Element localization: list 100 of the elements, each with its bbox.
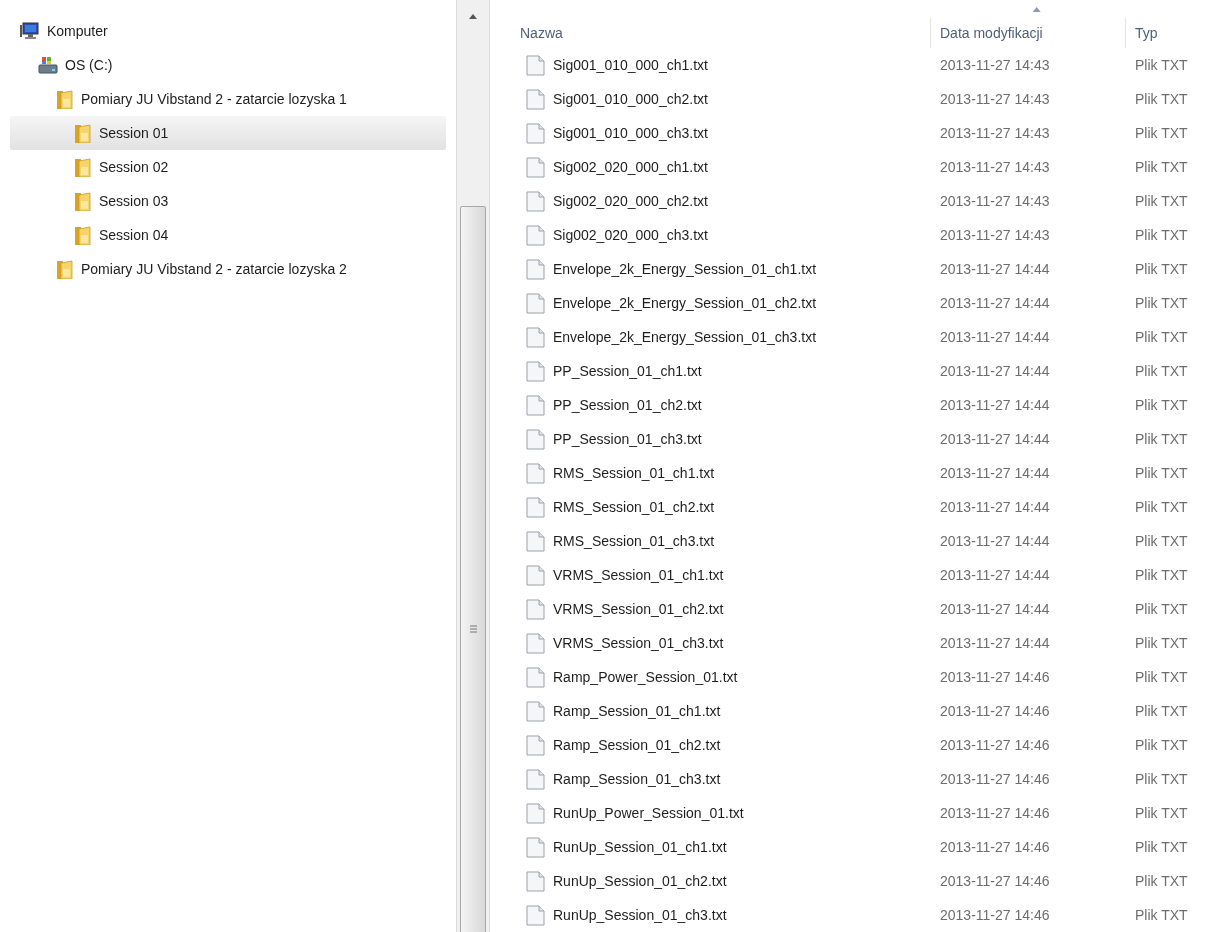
text-file-icon [526, 55, 545, 76]
file-name[interactable]: VRMS_Session_01_ch3.txt [553, 632, 724, 654]
file-name[interactable]: RunUp_Session_01_ch1.txt [553, 836, 727, 858]
scroll-thumb[interactable] [460, 206, 486, 932]
modified-date: 2013-11-27 14:46 [940, 667, 1050, 687]
file-name[interactable]: RunUp_Power_Session_01.txt [553, 802, 744, 824]
file-name[interactable]: VRMS_Session_01_ch1.txt [553, 564, 724, 586]
file-name[interactable]: Envelope_2k_Energy_Session_01_ch3.txt [553, 326, 817, 348]
tree-item[interactable]: Session 01 [10, 116, 446, 150]
text-file-icon [526, 123, 545, 144]
text-file-icon [526, 225, 545, 246]
file-type: Plik TXT [1135, 191, 1188, 211]
modified-date: 2013-11-27 14:43 [940, 191, 1050, 211]
text-file-icon [526, 905, 545, 926]
folder-icon [56, 259, 74, 279]
file-type: Plik TXT [1135, 497, 1188, 517]
modified-date: 2013-11-27 14:43 [940, 225, 1050, 245]
modified-date: 2013-11-27 14:44 [940, 429, 1050, 449]
file-name[interactable]: RMS_Session_01_ch1.txt [553, 462, 715, 484]
modified-date: 2013-11-27 14:46 [940, 701, 1050, 721]
scrollbar[interactable] [456, 0, 490, 932]
text-file-icon [526, 497, 545, 518]
modified-date: 2013-11-27 14:46 [940, 735, 1050, 755]
column-header[interactable]: Typ [1135, 4, 1158, 48]
folder-icon [74, 157, 92, 177]
file-name[interactable]: Sig001_010_000_ch3.txt [553, 122, 708, 144]
scroll-up-icon[interactable] [469, 14, 477, 19]
file-name[interactable]: Sig002_020_000_ch3.txt [553, 224, 708, 246]
file-type: Plik TXT [1135, 735, 1188, 755]
file-name[interactable]: PP_Session_01_ch1.txt [553, 360, 702, 382]
modified-date: 2013-11-27 14:43 [940, 123, 1050, 143]
file-name[interactable]: RMS_Session_01_ch2.txt [553, 496, 715, 518]
text-file-icon [526, 837, 545, 858]
modified-date: 2013-11-27 14:46 [940, 905, 1050, 925]
text-file-icon [526, 599, 545, 620]
modified-date: 2013-11-27 14:43 [940, 89, 1050, 109]
tree-item[interactable]: Pomiary JU Vibstand 2 - zatarcie lozyska 2 [10, 252, 446, 286]
file-type: Plik TXT [1135, 905, 1188, 925]
file-name[interactable]: RunUp_Session_01_ch2.txt [553, 870, 727, 892]
file-type: Plik TXT [1135, 803, 1188, 823]
text-file-icon [526, 429, 545, 450]
tree-item[interactable]: OS (C:) [10, 48, 446, 82]
file-type: Plik TXT [1135, 531, 1188, 551]
text-file-icon [526, 565, 545, 586]
file-name[interactable]: Sig001_010_000_ch1.txt [553, 54, 708, 76]
column-header[interactable]: Data modyfikacji [940, 4, 1043, 48]
tree-item[interactable]: Pomiary JU Vibstand 2 - zatarcie lozyska 1 [10, 82, 446, 116]
modified-date: 2013-11-27 14:44 [940, 293, 1050, 313]
tree-item[interactable]: Session 02 [10, 150, 446, 184]
text-file-icon [526, 327, 545, 348]
file-name[interactable]: RunUp_Session_01_ch3.txt [553, 904, 727, 926]
tree-item[interactable]: Session 03 [10, 184, 446, 218]
folder-icon [74, 225, 92, 245]
file-type: Plik TXT [1135, 463, 1188, 483]
modified-date: 2013-11-27 14:44 [940, 497, 1050, 517]
text-file-icon [526, 259, 545, 280]
file-type: Plik TXT [1135, 395, 1188, 415]
file-type: Plik TXT [1135, 89, 1188, 109]
text-file-icon [526, 735, 545, 756]
file-name[interactable]: PP_Session_01_ch3.txt [553, 428, 702, 450]
text-file-icon [526, 701, 545, 722]
file-name[interactable]: PP_Session_01_ch2.txt [553, 394, 702, 416]
file-name[interactable]: Ramp_Power_Session_01.txt [553, 666, 738, 688]
file-type: Plik TXT [1135, 599, 1188, 619]
file-name[interactable]: RMS_Session_01_ch3.txt [553, 530, 715, 552]
file-name[interactable]: Ramp_Session_01_ch1.txt [553, 700, 721, 722]
file-name[interactable]: Sig002_020_000_ch2.txt [553, 190, 708, 212]
file-type: Plik TXT [1135, 667, 1188, 687]
file-name[interactable]: Envelope_2k_Energy_Session_01_ch2.txt [553, 292, 817, 314]
modified-date: 2013-11-27 14:44 [940, 599, 1050, 619]
tree-item[interactable]: Komputer [10, 14, 446, 48]
modified-date: 2013-11-27 14:46 [940, 769, 1050, 789]
file-type: Plik TXT [1135, 293, 1188, 313]
file-name[interactable]: Ramp_Session_01_ch3.txt [553, 768, 721, 790]
tree-item[interactable]: Session 04 [10, 218, 446, 252]
column-header[interactable]: Nazwa [520, 4, 563, 48]
modified-date: 2013-11-27 14:46 [940, 871, 1050, 891]
file-type: Plik TXT [1135, 565, 1188, 585]
file-name[interactable]: VRMS_Session_01_ch2.txt [553, 598, 724, 620]
modified-date: 2013-11-27 14:44 [940, 361, 1050, 381]
modified-date: 2013-11-27 14:44 [940, 395, 1050, 415]
file-name[interactable]: Sig001_010_000_ch2.txt [553, 88, 708, 110]
modified-date: 2013-11-27 14:44 [940, 633, 1050, 653]
text-file-icon [526, 667, 545, 688]
file-name[interactable]: Sig002_020_000_ch1.txt [553, 156, 708, 178]
file-type: Plik TXT [1135, 837, 1188, 857]
computer-icon [20, 22, 40, 40]
text-file-icon [526, 293, 545, 314]
file-type: Plik TXT [1135, 157, 1188, 177]
file-type: Plik TXT [1135, 123, 1188, 143]
file-name[interactable]: Envelope_2k_Energy_Session_01_ch1.txt [553, 258, 817, 280]
folder-icon [74, 191, 92, 211]
text-file-icon [526, 531, 545, 552]
modified-date: 2013-11-27 14:44 [940, 565, 1050, 585]
text-file-icon [526, 395, 545, 416]
file-type: Plik TXT [1135, 701, 1188, 721]
drive-icon [38, 56, 58, 74]
modified-date: 2013-11-27 14:43 [940, 157, 1050, 177]
file-name[interactable]: Ramp_Session_01_ch2.txt [553, 734, 721, 756]
modified-date: 2013-11-27 14:46 [940, 837, 1050, 857]
